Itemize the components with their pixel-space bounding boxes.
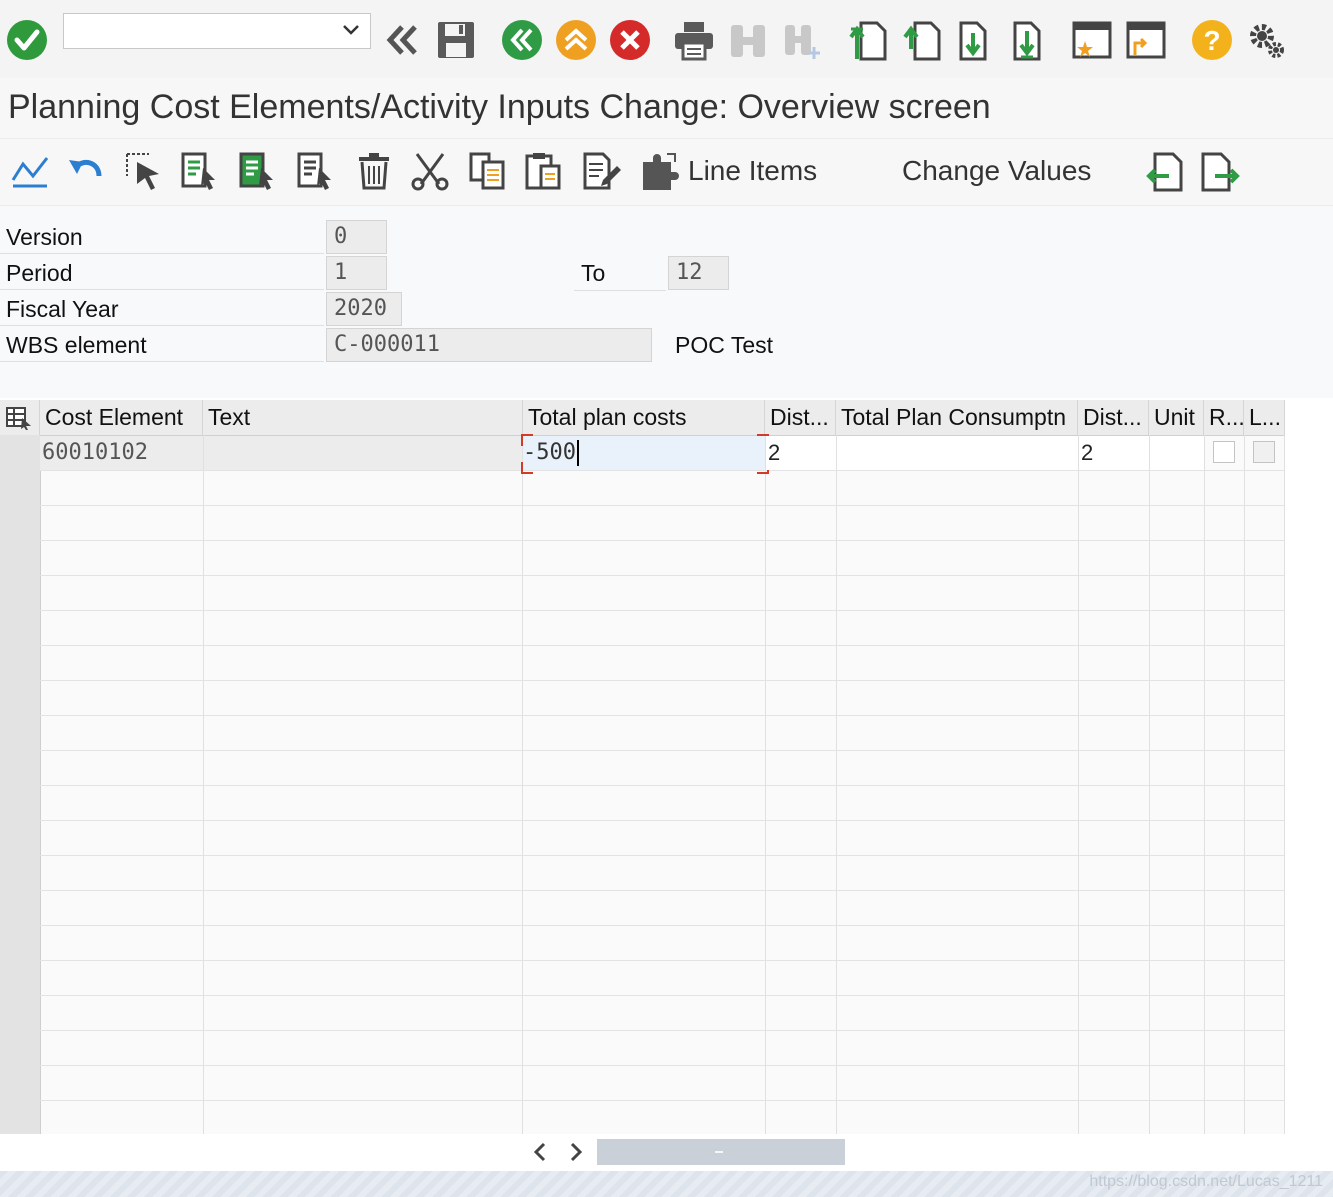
wbs-element-field[interactable]: C-000011 <box>326 328 652 362</box>
next-screen-icon[interactable] <box>1198 149 1242 193</box>
line-items-puzzle-icon[interactable] <box>638 149 682 193</box>
l-checkbox[interactable] <box>1253 441 1275 463</box>
horizontal-scrollbar-thumb[interactable] <box>597 1139 845 1165</box>
dist-2-input[interactable]: 2 <box>1079 436 1149 470</box>
row-selector-column[interactable] <box>0 435 41 1134</box>
help-icon[interactable]: ? <box>1190 18 1234 62</box>
col-cost-element[interactable]: Cost Element <box>40 400 203 435</box>
col-unit[interactable]: Unit <box>1149 400 1204 435</box>
period-label: Period <box>0 256 324 290</box>
undo-icon[interactable] <box>64 149 108 193</box>
text-cursor <box>576 440 579 466</box>
text-cell <box>204 436 522 470</box>
cut-scissors-icon[interactable] <box>408 149 452 193</box>
paste-icon[interactable] <box>522 149 566 193</box>
change-values-button[interactable]: Change Values <box>902 155 1091 187</box>
find-icon[interactable] <box>726 18 770 62</box>
system-toolbar: ? <box>0 0 1333 79</box>
table-settings-icon[interactable] <box>0 400 40 435</box>
select-block-icon[interactable] <box>178 149 222 193</box>
deselect-all-icon[interactable] <box>294 149 338 193</box>
find-next-icon[interactable] <box>780 18 824 62</box>
col-dist-1[interactable]: Dist... <box>765 400 836 435</box>
line-items-button[interactable]: Line Items <box>688 155 817 187</box>
next-page-icon[interactable] <box>954 18 998 62</box>
select-cursor-icon[interactable] <box>122 149 166 193</box>
exit-icon[interactable] <box>554 18 598 62</box>
previous-screen-icon[interactable] <box>1142 149 1186 193</box>
col-total-plan-costs[interactable]: Total plan costs <box>523 400 765 435</box>
col-text[interactable]: Text <box>203 400 523 435</box>
chevron-down-icon[interactable] <box>342 23 360 42</box>
focus-corner-bl <box>521 462 533 474</box>
version-label: Version <box>0 220 324 254</box>
wbs-element-label: WBS element <box>0 328 324 362</box>
dist-1-input[interactable]: 2 <box>766 436 836 470</box>
edit-document-icon[interactable] <box>580 149 624 193</box>
cost-element-cell[interactable]: 60010102 <box>40 436 203 470</box>
scroll-right-icon[interactable] <box>566 1140 586 1169</box>
select-all-icon[interactable] <box>236 149 280 193</box>
fiscal-year-field[interactable]: 2020 <box>326 292 402 326</box>
copy-icon[interactable] <box>466 149 510 193</box>
back-icon[interactable] <box>500 18 544 62</box>
svg-text:?: ? <box>1203 25 1220 56</box>
status-bar: https://blog.csdn.net/Lucas_1211 <box>0 1171 1333 1197</box>
total-plan-consumptn-input[interactable] <box>837 436 1078 470</box>
previous-page-icon[interactable] <box>900 18 944 62</box>
table-header: Cost Element Text Total plan costs Dist.… <box>0 400 1285 436</box>
last-page-icon[interactable] <box>1008 18 1052 62</box>
col-dist-2[interactable]: Dist... <box>1078 400 1149 435</box>
period-to-field[interactable]: 12 <box>668 256 729 290</box>
save-icon[interactable] <box>434 18 478 62</box>
enter-check-icon[interactable] <box>5 18 49 62</box>
wbs-description: POC Test <box>675 332 773 358</box>
page-title: Planning Cost Elements/Activity Inputs C… <box>8 88 991 126</box>
header-form: Version 0 Period 1 To 12 Fiscal Year 202… <box>0 206 1333 398</box>
scroll-left-icon[interactable] <box>530 1140 550 1169</box>
watermark-text: https://blog.csdn.net/Lucas_1211 <box>1089 1173 1323 1190</box>
col-l[interactable]: L... <box>1244 400 1285 435</box>
unit-input[interactable] <box>1150 436 1204 470</box>
create-shortcut-icon[interactable] <box>1070 18 1114 62</box>
first-page-icon[interactable] <box>846 18 890 62</box>
col-total-plan-consumptn[interactable]: Total Plan Consumptn <box>836 400 1078 435</box>
collapse-double-chevron-icon[interactable] <box>380 18 424 62</box>
period-from-field[interactable]: 1 <box>326 256 387 290</box>
settings-gear-icon[interactable] <box>1244 18 1288 62</box>
delete-trash-icon[interactable] <box>352 149 396 193</box>
title-bar: Planning Cost Elements/Activity Inputs C… <box>0 78 1333 139</box>
cancel-icon[interactable] <box>608 18 652 62</box>
fiscal-year-label: Fiscal Year <box>0 292 324 326</box>
plan-table: Cost Element Text Total plan costs Dist.… <box>0 400 1285 1134</box>
period-to-label: To <box>574 256 666 291</box>
col-r[interactable]: R... <box>1204 400 1244 435</box>
version-field[interactable]: 0 <box>326 220 387 254</box>
focus-corner-tl <box>521 434 533 446</box>
total-plan-costs-input[interactable]: -500 <box>523 436 765 470</box>
application-toolbar: Line Items Change Values <box>0 139 1333 206</box>
chart-line-icon[interactable] <box>8 149 52 193</box>
print-icon[interactable] <box>672 18 716 62</box>
command-field[interactable] <box>63 13 371 49</box>
new-session-icon[interactable] <box>1124 18 1168 62</box>
r-checkbox[interactable] <box>1213 441 1235 463</box>
